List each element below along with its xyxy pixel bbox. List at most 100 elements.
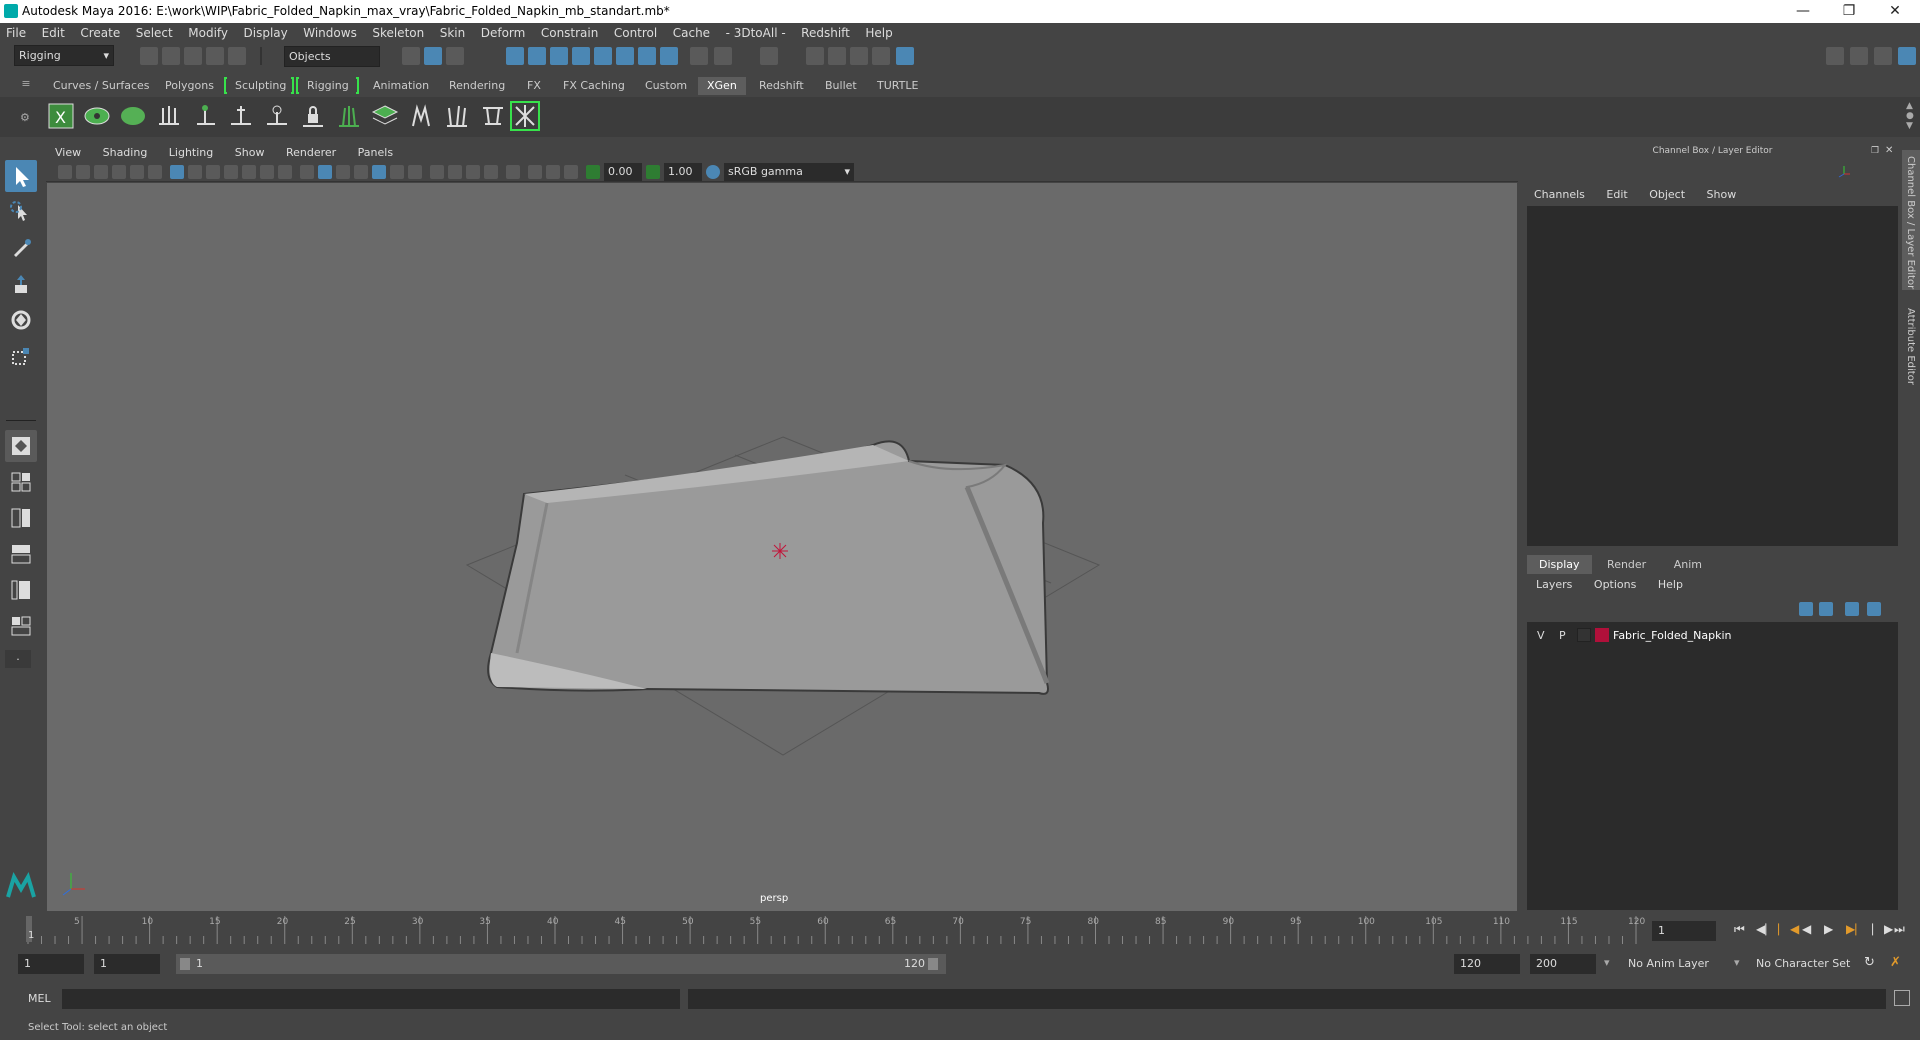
shelf-tab-rigging[interactable]: Rigging — [298, 77, 358, 95]
grid-icon[interactable] — [170, 165, 184, 179]
shelf-tab-xgen[interactable]: XGen — [698, 77, 746, 95]
history-icon[interactable] — [714, 47, 732, 65]
tab-channel-box[interactable]: Channel Box / Layer Editor — [1902, 150, 1920, 290]
image-plane-icon[interactable] — [112, 165, 126, 179]
viewport-canvas[interactable]: persp — [47, 183, 1517, 911]
textured-icon[interactable] — [354, 165, 368, 179]
time-slider[interactable]: 5 10 15 20 25 30 35 40 45 50 55 60 65 70 75 80 85 90 95 100… — [24, 912, 1649, 946]
shelf-tab-bullet[interactable]: Bullet — [816, 77, 866, 95]
menu-display[interactable]: Display — [238, 23, 294, 40]
selection-mask-dropdown[interactable]: Objects — [284, 46, 380, 67]
menu-file[interactable]: File — [0, 23, 32, 40]
menu-create[interactable]: Create — [74, 23, 126, 40]
channel-box-axis-icon[interactable] — [1837, 164, 1851, 178]
grease-pencil-icon[interactable] — [148, 165, 162, 179]
select-by-object-icon[interactable] — [424, 47, 442, 65]
safe-action-icon[interactable] — [260, 165, 274, 179]
layer-type-toggle[interactable] — [1577, 628, 1591, 642]
go-to-end-icon[interactable]: ⏭ — [1894, 922, 1905, 937]
xgen-place-guide-icon[interactable] — [190, 101, 220, 131]
wireframe-icon[interactable] — [300, 165, 314, 179]
color-space-dropdown[interactable]: sRGB gamma ▾ — [724, 163, 854, 181]
tool-settings-toggle-icon[interactable] — [1874, 47, 1892, 65]
undo-icon[interactable] — [206, 47, 224, 65]
move-layer-down-icon[interactable] — [1819, 602, 1833, 616]
step-back-icon[interactable]: ◀⎸ — [1756, 922, 1777, 937]
move-layer-up-icon[interactable] — [1799, 602, 1813, 616]
depth-of-field-icon[interactable] — [484, 165, 498, 179]
menu-redshift[interactable]: Redshift — [795, 23, 856, 40]
range-start-handle[interactable] — [180, 958, 190, 970]
new-empty-layer-icon[interactable] — [1845, 602, 1859, 616]
redo-icon[interactable] — [228, 47, 246, 65]
step-back-key-icon[interactable]: ⎸◀ — [1778, 922, 1799, 937]
layer-menu-layers[interactable]: Layers — [1527, 576, 1581, 593]
gamma-field[interactable]: 1.00 — [664, 163, 702, 181]
lock-icon[interactable] — [690, 47, 708, 65]
safe-title-icon[interactable] — [278, 165, 292, 179]
go-to-start-icon[interactable]: ⏮ — [1734, 922, 1745, 937]
xgen-window-icon[interactable]: X — [46, 101, 76, 131]
select-tool-icon[interactable] — [5, 160, 37, 192]
snap-curve-icon[interactable] — [528, 47, 546, 65]
hypershade-layout-icon[interactable] — [5, 574, 37, 606]
layer-tab-render[interactable]: Render — [1595, 555, 1658, 574]
menu-windows[interactable]: Windows — [297, 23, 363, 40]
menu-modify[interactable]: Modify — [182, 23, 234, 40]
layer-color-swatch[interactable] — [1595, 628, 1609, 642]
xgen-noise-icon[interactable] — [442, 101, 472, 131]
persp-graph-layout-icon[interactable] — [5, 538, 37, 570]
shelf-tab-polygons[interactable]: Polygons — [156, 77, 223, 95]
animation-preferences-icon[interactable]: ✗ — [1890, 955, 1901, 970]
menu-skin[interactable]: Skin — [434, 23, 472, 40]
xgen-add-guide-icon[interactable] — [226, 101, 256, 131]
float-panel-icon[interactable]: ❐ — [1871, 146, 1881, 156]
step-forward-icon[interactable]: ⎸▶ — [1872, 922, 1893, 937]
camera-icon[interactable] — [58, 165, 72, 179]
play-forwards-icon[interactable]: ▶ — [1824, 922, 1833, 936]
range-end-handle[interactable] — [928, 958, 938, 970]
rotate-tool-icon[interactable] — [5, 304, 37, 336]
step-forward-key-icon[interactable]: ▶⎸ — [1846, 922, 1867, 937]
render-settings-icon[interactable] — [850, 47, 868, 65]
shelf-tab-curves[interactable]: Curves / Surfaces — [44, 77, 159, 95]
ipr-render-icon[interactable] — [828, 47, 846, 65]
select-by-hierarchy-icon[interactable] — [402, 47, 420, 65]
backface-culling-icon[interactable] — [564, 165, 578, 179]
viewport-menu-view[interactable]: View — [46, 144, 90, 161]
xgen-clear-icon[interactable] — [118, 101, 148, 131]
xgen-preview-icon[interactable] — [82, 101, 112, 131]
channel-menu-show[interactable]: Show — [1698, 186, 1746, 203]
shelf-tab-fx[interactable]: FX — [518, 77, 550, 95]
xgen-guides-to-curves-icon[interactable] — [510, 101, 540, 131]
shadows-icon[interactable] — [408, 165, 422, 179]
xgen-interpolate-icon[interactable] — [334, 101, 364, 131]
xgen-layer-icon[interactable] — [370, 101, 400, 131]
gate-mask-icon[interactable] — [224, 165, 238, 179]
isolate-select-icon[interactable] — [506, 165, 520, 179]
shelf-tab-turtle[interactable]: TURTLE — [868, 77, 927, 95]
command-language-label[interactable]: MEL — [28, 992, 51, 1005]
help-snap-icon[interactable] — [660, 47, 678, 65]
smooth-shade-icon[interactable] — [318, 165, 332, 179]
command-input[interactable] — [62, 989, 680, 1009]
new-layer-selected-icon[interactable] — [1867, 602, 1881, 616]
xray-icon[interactable] — [372, 165, 386, 179]
chevron-down-icon[interactable]: ▾ — [1734, 956, 1740, 969]
end-time-field[interactable]: 200 — [1530, 954, 1596, 974]
close-button[interactable]: ✕ — [1872, 0, 1918, 23]
paint-select-tool-icon[interactable] — [5, 232, 37, 264]
snap-live-icon[interactable] — [594, 47, 612, 65]
close-panel-icon[interactable]: ✕ — [1885, 145, 1895, 156]
channel-menu-channels[interactable]: Channels — [1525, 186, 1594, 203]
channel-menu-edit[interactable]: Edit — [1597, 186, 1636, 203]
field-chart-icon[interactable] — [242, 165, 256, 179]
menu-constrain[interactable]: Constrain — [535, 23, 605, 40]
save-scene-icon[interactable] — [184, 47, 202, 65]
layer-name[interactable]: Fabric_Folded_Napkin — [1613, 629, 1731, 642]
current-frame-field[interactable]: 1 — [1652, 921, 1716, 941]
new-scene-icon[interactable] — [140, 47, 158, 65]
select-by-component-icon[interactable] — [446, 47, 464, 65]
wireframe-on-shaded-icon[interactable] — [336, 165, 350, 179]
lasso-tool-icon[interactable] — [5, 196, 37, 228]
